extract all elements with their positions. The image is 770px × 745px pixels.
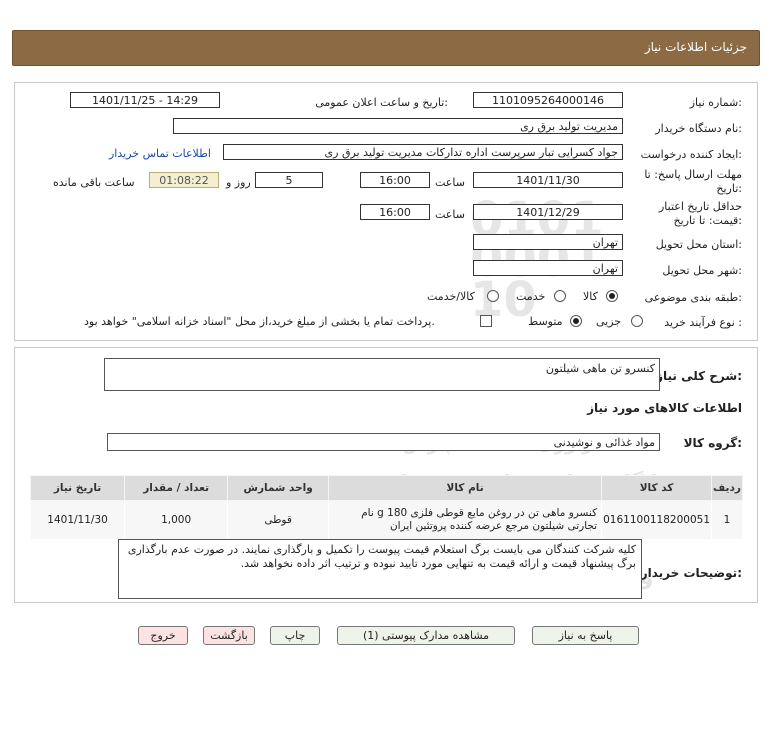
col-date-header: تاریخ نیاز bbox=[29, 475, 126, 501]
category-radio-goods-service[interactable] bbox=[487, 290, 499, 302]
days-label: روز و bbox=[226, 176, 251, 189]
creator-label: ایجاد کننده درخواست: bbox=[640, 148, 742, 161]
summary-label: شرح کلی نیاز: bbox=[656, 369, 742, 383]
cell-name: کنسرو ماهی تن در روغن مایع قوطی فلزی 180… bbox=[328, 500, 603, 540]
goods-group-label: گروه کالا: bbox=[683, 436, 742, 450]
treasury-payment-note: پرداخت تمام یا بخشی از مبلغ خرید،از محل … bbox=[84, 315, 435, 328]
province-field: تهران bbox=[473, 234, 623, 250]
process-label: نوع فرآیند خرید : bbox=[664, 316, 742, 329]
summary-field: کنسرو تن ماهی شیلتون bbox=[104, 358, 660, 391]
goods-info-title: اطلاعات کالاهای مورد نیاز bbox=[587, 401, 742, 415]
remaining-label: ساعت باقی مانده bbox=[53, 176, 135, 189]
cell-date: 1401/11/30 bbox=[29, 500, 126, 540]
category-option-goods-service: کالا/خدمت bbox=[427, 290, 475, 303]
remaining-timer: 01:08:22 bbox=[149, 172, 219, 188]
city-field: تهران bbox=[473, 260, 623, 276]
deadline-date-field: 1401/11/30 bbox=[473, 172, 623, 188]
col-unit-header: واحد شمارش bbox=[227, 475, 330, 501]
deadline-label-line2: تاریخ: bbox=[716, 182, 742, 195]
category-option-service: خدمت bbox=[516, 290, 546, 303]
col-qty-header: تعداد / مقدار bbox=[124, 475, 229, 501]
treasury-payment-checkbox[interactable] bbox=[480, 315, 492, 327]
validity-label-line1: حداقل تاریخ اعتبار bbox=[658, 200, 742, 213]
reply-button[interactable]: پاسخ به نیاز bbox=[532, 626, 639, 645]
page-header: جزئیات اطلاعات نیاز bbox=[12, 30, 760, 66]
deadline-label-line1: مهلت ارسال پاسخ: تا bbox=[644, 168, 742, 181]
deadline-time-field: 16:00 bbox=[360, 172, 430, 188]
table-header-row: ردیف کد کالا نام کالا واحد شمارش تعداد /… bbox=[29, 475, 743, 501]
category-radio-service[interactable] bbox=[554, 290, 566, 302]
print-button[interactable]: چاپ bbox=[270, 626, 320, 645]
col-name-header: نام کالا bbox=[328, 475, 603, 501]
category-label: طبقه بندی موضوعی: bbox=[644, 291, 742, 304]
validity-label: حداقل تاریخ اعتبار قیمت: تا تاریخ: bbox=[659, 200, 742, 228]
buyer-field: مدیریت تولید برق ری bbox=[173, 118, 623, 134]
col-row-header: ردیف bbox=[711, 475, 743, 501]
need-number-label: شماره نیاز: bbox=[689, 96, 742, 109]
process-option-minor: جزیی bbox=[596, 315, 622, 328]
back-button[interactable]: بازگشت bbox=[203, 626, 255, 645]
category-radio-goods[interactable] bbox=[606, 290, 618, 302]
cell-code: 0161100118200051 bbox=[601, 500, 712, 540]
cell-qty: 1,000 bbox=[124, 500, 229, 540]
exit-button[interactable]: خروج bbox=[138, 626, 188, 645]
buyer-notes-field: کلیه شرکت کنندگان می بایست برگ استعلام ق… bbox=[118, 539, 642, 599]
process-option-medium: متوسط bbox=[528, 315, 563, 328]
page-title: جزئیات اطلاعات نیاز bbox=[644, 40, 747, 54]
cell-unit: قوطی bbox=[227, 500, 330, 540]
view-attachments-button[interactable]: مشاهده مدارک پیوستی (1) bbox=[337, 626, 515, 645]
buyer-label: نام دستگاه خریدار: bbox=[655, 122, 742, 135]
process-radio-medium[interactable] bbox=[570, 315, 582, 327]
category-option-goods: کالا bbox=[583, 290, 598, 303]
city-label: شهر محل تحویل: bbox=[662, 264, 742, 277]
process-radio-minor[interactable] bbox=[631, 315, 643, 327]
deadline-time-label: ساعت bbox=[435, 176, 465, 189]
creator-field: جواد کسرایی تبار سرپرست اداره تدارکات مد… bbox=[223, 144, 623, 160]
buyer-contact-link[interactable]: اطلاعات تماس خریدار bbox=[109, 147, 211, 160]
cell-row: 1 bbox=[711, 500, 743, 540]
goods-group-field: مواد غذائی و نوشیدنی bbox=[107, 433, 660, 451]
goods-table: ردیف کد کالا نام کالا واحد شمارش تعداد /… bbox=[29, 475, 743, 540]
validity-date-field: 1401/12/29 bbox=[473, 204, 623, 220]
need-number-field: 1101095264000146 bbox=[473, 92, 623, 108]
days-field: 5 bbox=[255, 172, 323, 188]
deadline-label: مهلت ارسال پاسخ: تا تاریخ: bbox=[644, 168, 742, 196]
col-code-header: کد کالا bbox=[601, 475, 712, 501]
announce-label: تاریخ و ساعت اعلان عمومی: bbox=[315, 96, 448, 109]
validity-label-line2: قیمت: تا تاریخ: bbox=[673, 214, 742, 227]
validity-time-label: ساعت bbox=[435, 208, 465, 221]
table-row: 1 0161100118200051 کنسرو ماهی تن در روغن… bbox=[29, 500, 743, 540]
announce-field: 1401/11/25 - 14:29 bbox=[70, 92, 220, 108]
buyer-notes-label: توضیحات خریدار: bbox=[640, 566, 742, 580]
validity-time-field: 16:00 bbox=[360, 204, 430, 220]
province-label: استان محل تحویل: bbox=[655, 238, 742, 251]
